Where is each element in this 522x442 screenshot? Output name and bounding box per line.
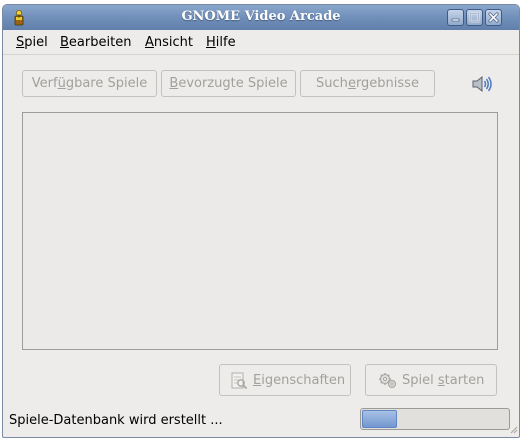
start-game-button[interactable]: Spiel starten — [365, 364, 497, 396]
database-progress-bar — [360, 408, 510, 430]
minimize-button[interactable] — [447, 9, 464, 26]
main-window: GNOME Video Arcade Spiel Bearbeiten Ansi… — [2, 4, 520, 438]
maximize-icon — [469, 12, 480, 23]
game-list[interactable] — [22, 112, 498, 350]
speaker-volume-icon[interactable] — [471, 75, 493, 93]
tab-favorite-games[interactable]: Bevorzugte Spiele — [161, 70, 296, 97]
status-bar: Spiele-Datenbank wird erstellt ... — [3, 405, 519, 435]
progress-fill — [362, 410, 397, 428]
start-game-icon — [379, 373, 397, 389]
close-icon — [488, 12, 499, 23]
menu-spiel[interactable]: Spiel — [16, 35, 48, 50]
resize-grip-icon[interactable] — [508, 424, 518, 434]
menu-bearbeiten[interactable]: Bearbeiten — [60, 35, 131, 50]
properties-icon — [231, 372, 248, 390]
menu-ansicht[interactable]: Ansicht — [145, 35, 193, 50]
start-game-label: Spiel starten — [402, 373, 485, 388]
maximize-button[interactable] — [466, 9, 483, 26]
status-message: Spiele-Datenbank wird erstellt ... — [9, 413, 223, 428]
window-title: GNOME Video Arcade — [181, 9, 341, 24]
tab-available-games[interactable]: Verfügbare Spiele — [22, 70, 157, 97]
menu-bar: Spiel Bearbeiten Ansicht Hilfe — [3, 30, 519, 55]
tab-search-results[interactable]: Suchergebnisse — [300, 70, 435, 97]
title-bar[interactable]: GNOME Video Arcade — [3, 5, 519, 31]
properties-button[interactable]: Eigenschaften — [219, 364, 351, 396]
properties-label: Eigenschaften — [253, 373, 346, 388]
menu-hilfe[interactable]: Hilfe — [206, 35, 236, 50]
close-button[interactable] — [485, 9, 502, 26]
minimize-icon — [451, 18, 460, 22]
